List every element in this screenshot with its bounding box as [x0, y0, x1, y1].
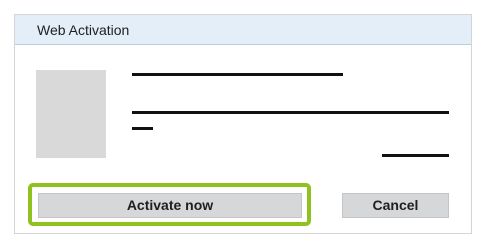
cancel-button[interactable]: Cancel: [342, 193, 449, 218]
redacted-text-line: [382, 154, 449, 157]
web-activation-dialog: Web Activation Activate now Cancel: [14, 14, 472, 234]
redacted-text-line: [132, 73, 343, 76]
redacted-text-line: [132, 111, 449, 114]
image-placeholder: [36, 70, 106, 158]
dialog-titlebar: Web Activation: [15, 15, 471, 45]
redacted-text-line: [132, 127, 153, 130]
activate-now-button[interactable]: Activate now: [38, 193, 302, 218]
dialog-title: Web Activation: [37, 22, 130, 38]
